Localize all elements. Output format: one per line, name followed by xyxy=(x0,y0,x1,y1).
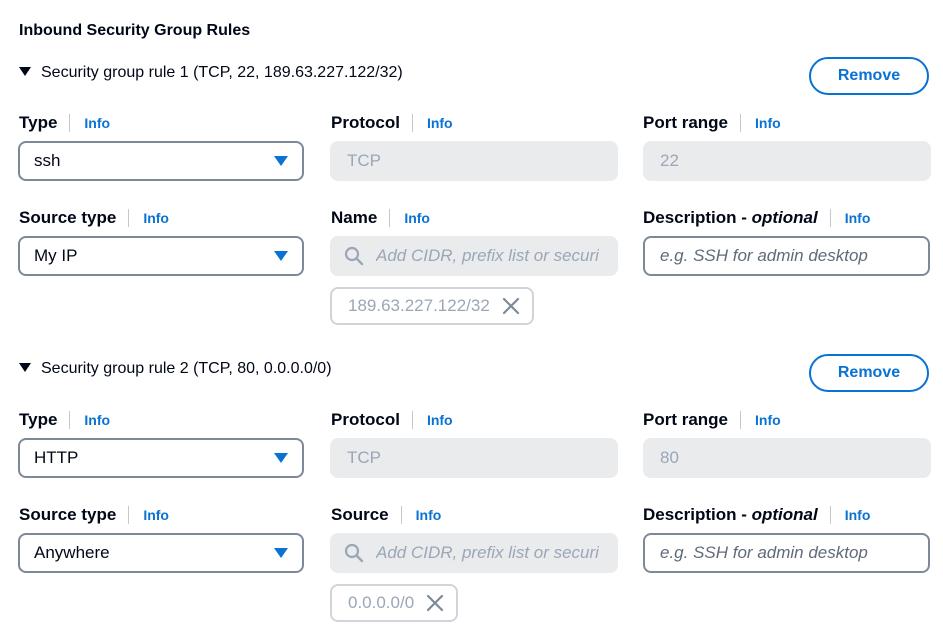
description-input[interactable]: e.g. SSH for admin desktop xyxy=(643,533,930,573)
search-icon xyxy=(344,246,364,266)
dropdown-triangle-icon xyxy=(274,251,288,261)
protocol-info-link[interactable]: Info xyxy=(427,412,453,428)
protocol-field: TCP xyxy=(330,438,618,478)
port-range-field: 80 xyxy=(643,438,931,478)
type-select-value: HTTP xyxy=(34,448,79,467)
source-search-input[interactable]: Add CIDR, prefix list or securi xyxy=(330,533,618,573)
source-search-placeholder: Add CIDR, prefix list or securi xyxy=(376,543,599,562)
source-type-select-value: Anywhere xyxy=(34,543,110,562)
divider xyxy=(829,209,831,227)
protocol-label-text: Protocol xyxy=(331,410,400,429)
divider xyxy=(69,411,71,429)
source-search-input[interactable]: Add CIDR, prefix list or securi xyxy=(330,236,618,276)
remove-rule-2-button[interactable]: Remove xyxy=(809,354,929,392)
rule-2-expander[interactable]: Security group rule 2 (TCP, 80, 0.0.0.0/… xyxy=(19,355,332,383)
protocol-value: TCP xyxy=(347,151,381,170)
search-icon xyxy=(344,543,364,563)
protocol-field: TCP xyxy=(330,141,618,181)
source-token-label: 0.0.0.0/0 xyxy=(348,593,415,612)
description-label: Description - optional Info xyxy=(643,503,870,527)
port-range-label-text: Port range xyxy=(643,113,729,132)
name-label-text: Name xyxy=(331,208,378,227)
protocol-value: TCP xyxy=(347,448,381,467)
source-label: Source Info xyxy=(331,503,441,527)
source-search-placeholder: Add CIDR, prefix list or securi xyxy=(376,246,599,265)
type-label-text: Type xyxy=(19,410,58,429)
type-label: Type Info xyxy=(19,111,110,135)
protocol-info-link[interactable]: Info xyxy=(427,115,453,131)
type-label: Type Info xyxy=(19,408,110,432)
description-label-main: Description - xyxy=(643,505,752,524)
source-token: 189.63.227.122/32 xyxy=(330,287,534,325)
description-info-link[interactable]: Info xyxy=(845,210,871,226)
source-type-label: Source type Info xyxy=(19,206,169,230)
description-optional-text: optional xyxy=(751,505,818,524)
caret-down-icon xyxy=(19,362,31,372)
rule-1-header-text: Security group rule 1 (TCP, 22, 189.63.2… xyxy=(41,64,403,81)
port-range-label-text: Port range xyxy=(643,410,729,429)
source-type-label-text: Source type xyxy=(19,208,117,227)
security-group-rule-1: Security group rule 1 (TCP, 22, 189.63.2… xyxy=(0,57,943,327)
type-info-link[interactable]: Info xyxy=(84,412,110,428)
section-title: Inbound Security Group Rules xyxy=(19,22,251,39)
divider xyxy=(740,114,742,132)
type-select-value: ssh xyxy=(34,151,61,170)
source-token: 0.0.0.0/0 xyxy=(330,584,459,622)
security-group-rule-2: Security group rule 2 (TCP, 80, 0.0.0.0/… xyxy=(0,354,943,624)
type-select[interactable]: HTTP xyxy=(18,438,304,478)
type-label-text: Type xyxy=(19,113,58,132)
description-label-text: Description - optional xyxy=(643,505,818,525)
source-info-link[interactable]: Info xyxy=(416,507,442,523)
caret-down-icon xyxy=(19,66,31,76)
description-label-text: Description - optional xyxy=(643,208,818,228)
divider xyxy=(411,411,413,429)
divider xyxy=(829,506,831,524)
source-type-info-link[interactable]: Info xyxy=(143,507,169,523)
port-range-value: 22 xyxy=(660,151,679,170)
name-label: Name Info xyxy=(331,206,430,230)
port-range-value: 80 xyxy=(660,448,679,467)
divider xyxy=(128,506,130,524)
description-label-main: Description - xyxy=(643,208,752,227)
protocol-label: Protocol Info xyxy=(331,111,453,135)
divider xyxy=(411,114,413,132)
source-type-info-link[interactable]: Info xyxy=(143,210,169,226)
source-type-select[interactable]: My IP xyxy=(18,236,304,276)
close-icon[interactable] xyxy=(426,594,444,612)
description-optional-text: optional xyxy=(751,208,818,227)
remove-rule-1-button[interactable]: Remove xyxy=(809,57,929,95)
port-range-info-link[interactable]: Info xyxy=(755,115,781,131)
source-type-select[interactable]: Anywhere xyxy=(18,533,304,573)
source-type-label-text: Source type xyxy=(19,505,117,524)
dropdown-triangle-icon xyxy=(274,548,288,558)
port-range-info-link[interactable]: Info xyxy=(755,412,781,428)
source-type-select-value: My IP xyxy=(34,246,78,265)
port-range-label: Port range Info xyxy=(643,408,781,432)
rule-1-expander[interactable]: Security group rule 1 (TCP, 22, 189.63.2… xyxy=(19,59,403,87)
close-icon[interactable] xyxy=(502,297,520,315)
rule-2-header-text: Security group rule 2 (TCP, 80, 0.0.0.0/… xyxy=(41,360,332,377)
source-token-label: 189.63.227.122/32 xyxy=(348,296,490,315)
description-info-link[interactable]: Info xyxy=(845,507,871,523)
divider xyxy=(740,411,742,429)
divider xyxy=(69,114,71,132)
protocol-label: Protocol Info xyxy=(331,408,453,432)
description-placeholder: e.g. SSH for admin desktop xyxy=(660,246,868,265)
dropdown-triangle-icon xyxy=(274,156,288,166)
description-input[interactable]: e.g. SSH for admin desktop xyxy=(643,236,930,276)
description-placeholder: e.g. SSH for admin desktop xyxy=(660,543,868,562)
divider xyxy=(389,209,391,227)
source-label-text: Source xyxy=(331,505,389,524)
source-type-label: Source type Info xyxy=(19,503,169,527)
port-range-field: 22 xyxy=(643,141,931,181)
protocol-label-text: Protocol xyxy=(331,113,400,132)
dropdown-triangle-icon xyxy=(274,453,288,463)
type-info-link[interactable]: Info xyxy=(84,115,110,131)
type-select[interactable]: ssh xyxy=(18,141,304,181)
divider xyxy=(400,506,402,524)
port-range-label: Port range Info xyxy=(643,111,781,135)
description-label: Description - optional Info xyxy=(643,206,870,230)
name-info-link[interactable]: Info xyxy=(404,210,430,226)
divider xyxy=(128,209,130,227)
